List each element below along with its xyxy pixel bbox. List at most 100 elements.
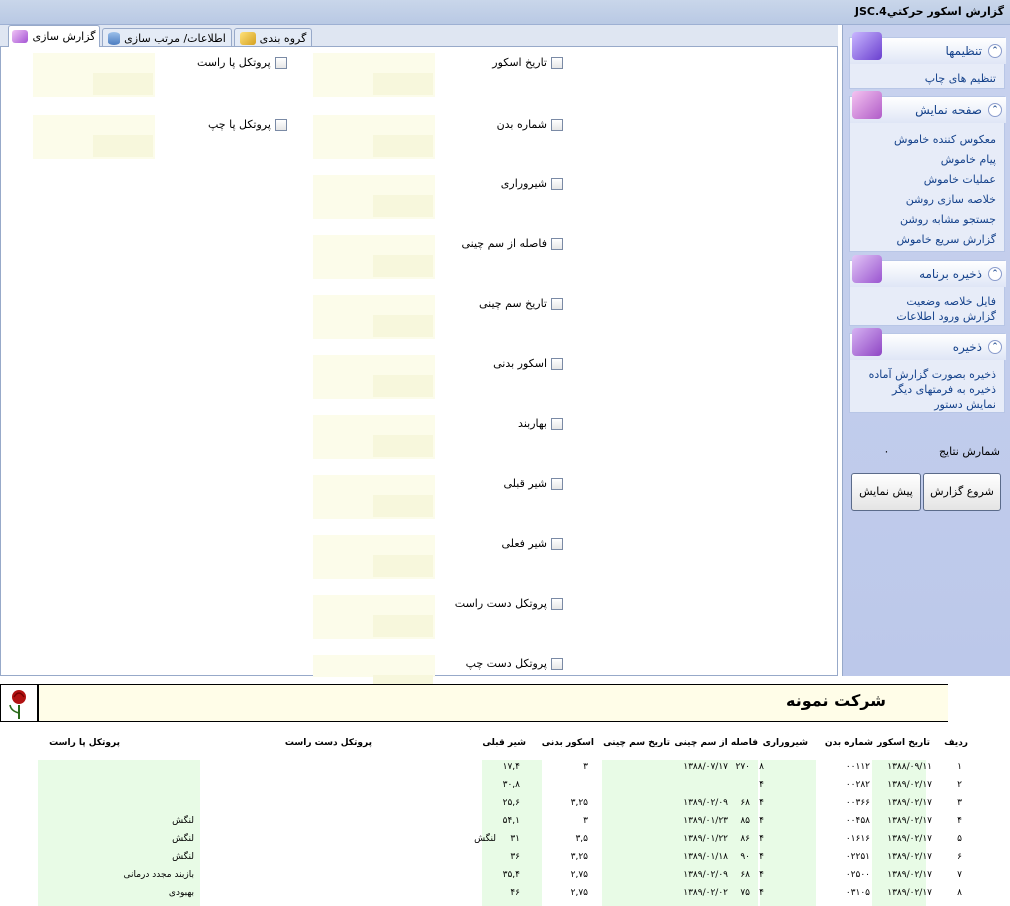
checkbox-current-milk[interactable]: شیر فعلی [502,537,563,550]
checkbox[interactable] [274,118,287,131]
checkbox[interactable] [551,56,563,69]
field-box [313,595,435,639]
cell-body-number: ۰۰۳۶۶ [845,798,870,808]
collapse-icon[interactable]: ⌃ [988,267,1002,281]
tab-data-sort[interactable]: اطلاعات/ مرتب سازی [102,28,232,47]
cell-previous-milk: ۳۰,۸ [502,780,520,790]
checkbox-trim-date[interactable]: تاریخ سم چینی [479,297,563,310]
field-box [313,295,435,339]
group-title: ذخیره [952,340,982,354]
checkbox[interactable] [551,597,563,610]
group-display-header[interactable]: صفحه نمایش ⌃ [850,91,1006,123]
sidebar-item[interactable]: ذخیره بصورت گزارش آماده [869,368,996,381]
cell-milking: ۴ [759,888,764,898]
collapse-icon[interactable]: ⌃ [988,103,1002,117]
group-settings-header[interactable]: تنظیمها ⌃ [850,32,1006,64]
checkbox-trim-distance[interactable]: فاصله از سم چینی [462,237,563,250]
results-count: ۰ [883,445,890,458]
checkbox[interactable] [551,177,563,190]
field-box [313,355,435,399]
checkbox-previous-milk[interactable]: شیر قبلی [504,477,563,490]
tab-strip: گزارش سازی اطلاعات/ مرتب سازی گروه بندی [0,25,838,47]
table-row: ۸ ۱۳۸۹/۰۲/۱۷ ۰۳۱۰۵ ۴ ۷۵ ۱۳۸۹/۰۲/۰۲ ۲,۷۵ … [38,888,962,906]
sidebar-item-print-settings[interactable]: تنظیم های چاپ [925,72,996,85]
field-box [33,53,155,97]
report-preview: شرکت نمونه ردیف تاریخ اسکور شماره بدن شی… [0,684,1010,906]
checkbox[interactable] [551,118,563,131]
cell-previous-milk: ۳۱ [510,834,520,844]
sidebar-item[interactable]: گزارش ورود اطلاعات [896,310,996,323]
col-body-score: اسکور بدنی [541,738,594,748]
table-row: ۲ ۱۳۸۹/۰۲/۱۷ ۰۰۲۸۲ ۴ ۳۰,۸ [38,780,962,798]
cell-milking: ۴ [759,870,764,880]
cell-right-foot-protocol: بهبودی [168,888,194,898]
cell-milking: ۴ [759,816,764,826]
cell-score-date: ۱۳۸۹/۰۲/۱۷ [887,816,932,826]
checkbox-left-hand-protocol[interactable]: پروتکل دست چپ [466,657,563,670]
report-builder-panel: پروتکل پا راست پروتکل پا چپ تاریخ اسکور … [0,46,838,697]
group-save-program-header[interactable]: ذخیره برنامه ⌃ [850,255,1006,287]
checkbox-left-foot-protocol[interactable]: پروتکل پا چپ [208,118,287,131]
tab-grouping[interactable]: گروه بندی [234,28,312,47]
checkbox[interactable] [274,56,287,69]
checkbox[interactable] [551,657,563,670]
start-report-button[interactable]: شروع گزارش [923,473,1001,511]
cell-score-date: ۱۳۸۹/۰۲/۱۷ [887,798,932,808]
cell-trim-date: ۱۳۸۹/۰۱/۱۸ [683,852,728,862]
collapse-icon[interactable]: ⌃ [988,44,1002,58]
cell-body-score: ۳ [583,762,588,772]
sidebar-item[interactable]: پیام خاموش [941,153,996,166]
tab-report-builder[interactable]: گزارش سازی [8,25,100,47]
cell-milking: ۴ [759,798,764,808]
col-milking: شیروراری [762,738,808,748]
cell-row-number: ۸ [957,888,962,898]
field-box [313,175,435,219]
checkbox-pen[interactable]: بهاربند [518,417,563,430]
checkbox-milking[interactable]: شیروراری [501,177,563,190]
cell-previous-milk: ۱۷,۴ [502,762,520,772]
checkbox[interactable] [551,237,563,250]
table-row: ۱ ۱۳۸۸/۰۹/۱۱ ۰۰۱۱۲ ۸ ۲۷۰ ۱۳۸۸/۰۷/۱۷ ۳ ۱۷… [38,762,962,780]
checkbox-score-date[interactable]: تاریخ اسکور [492,56,563,69]
group-save-header[interactable]: ذخیره ⌃ [850,328,1006,360]
checkbox-body-number[interactable]: شماره بدن [497,118,563,131]
checkbox-right-foot-protocol[interactable]: پروتکل پا راست [197,56,287,69]
cell-body-number: ۰۱۶۱۶ [845,834,870,844]
cell-score-date: ۱۳۸۸/۰۹/۱۱ [887,762,932,772]
checkbox[interactable] [551,357,563,370]
col-body-number: شماره بدن [824,738,873,748]
checkbox-right-hand-protocol[interactable]: پروتکل دست راست [455,597,563,610]
checkbox[interactable] [551,297,563,310]
sidebar-item[interactable]: جستجو مشابه روشن [900,213,996,226]
save-icon [852,328,882,356]
window-titlebar: گزارش اسکور حرکتيJSC.4 [0,0,1010,25]
sidebar-item[interactable]: معکوس کننده خاموش [894,133,996,146]
checkbox[interactable] [551,417,563,430]
col-score-date: تاریخ اسکور [877,738,930,748]
sidebar-item[interactable]: عملیات خاموش [924,173,996,186]
checkbox[interactable] [551,537,563,550]
sidebar-item[interactable]: خلاصه سازی روشن [906,193,996,206]
checkbox-body-score[interactable]: اسکور بدنی [493,357,563,370]
rose-logo [0,684,38,722]
sidebar-item[interactable]: گزارش سریع خاموش [897,233,996,246]
group-settings: تنظیمها ⌃ تنظیم های چاپ [849,32,1006,89]
checkbox-label: شیروراری [500,177,547,190]
preview-button[interactable]: پیش نمایش [851,473,921,511]
field-box [313,115,435,159]
window-title: گزارش اسکور حرکتيJSC.4 [854,5,1004,18]
sidebar-item[interactable]: نمایش دستور [934,398,996,411]
collapse-icon[interactable]: ⌃ [988,340,1002,354]
cell-right-foot-protocol: لنگش [172,852,194,862]
sidebar-item[interactable]: فایل خلاصه وضعیت [906,295,996,308]
checkbox-label: تاریخ اسکور [492,56,547,69]
group-title: تنظیمها [945,44,982,58]
sidebar-item[interactable]: ذخیره به فرمتهای دیگر [892,383,996,396]
checkbox[interactable] [551,477,563,490]
cell-body-score: ۳ [583,816,588,826]
cell-previous-milk: ۳۵,۴ [502,870,520,880]
cell-milking: ۴ [759,834,764,844]
cell-trim-date: ۱۳۸۹/۰۱/۲۳ [683,816,728,826]
cell-trim-date: ۱۳۸۹/۰۲/۰۹ [683,798,728,808]
results-label: شمارش نتایج [938,445,1000,458]
